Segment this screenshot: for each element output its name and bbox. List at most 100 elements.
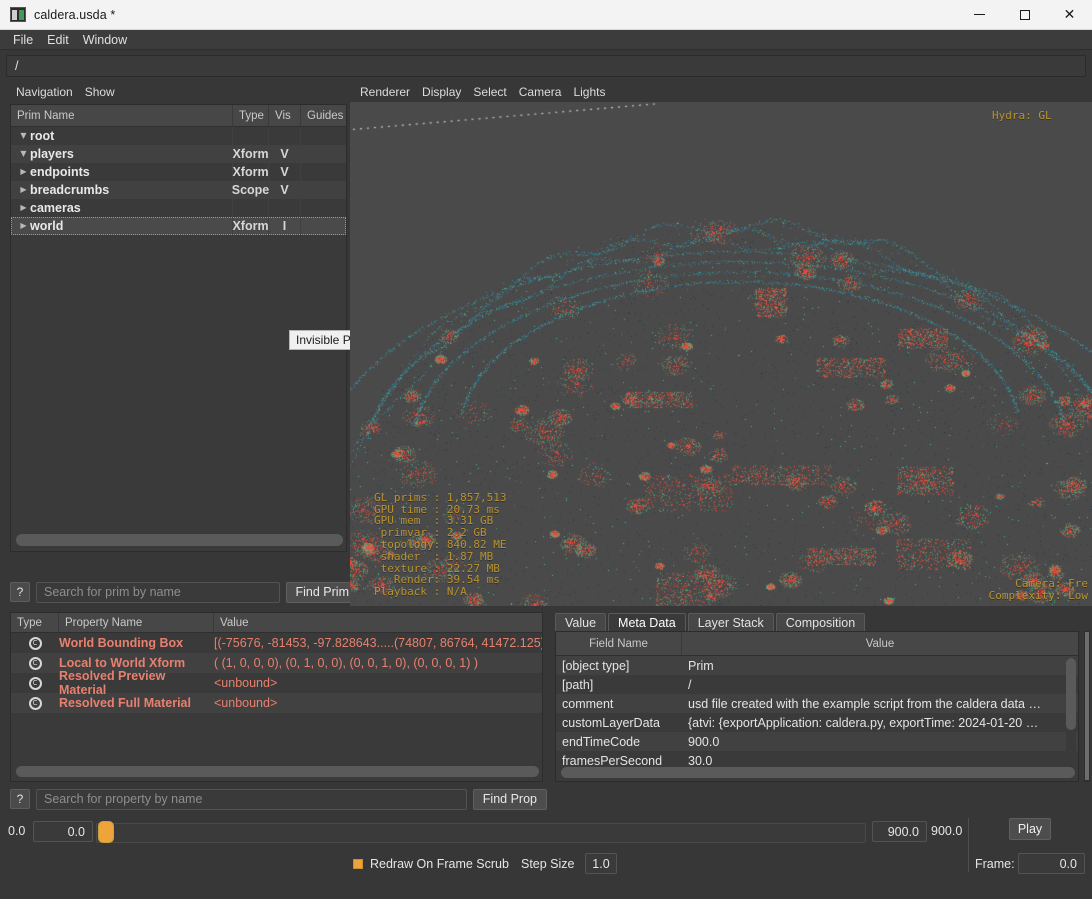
menu-lights[interactable]: Lights bbox=[567, 84, 611, 100]
column-header-prim-name[interactable]: Prim Name bbox=[11, 105, 233, 126]
property-table[interactable]: Type Property Name Value C World Bounding… bbox=[10, 612, 543, 782]
prim-search-bar: ? Search for prim by name Find Prim bbox=[10, 580, 359, 604]
prim-vis-cell[interactable] bbox=[269, 127, 301, 145]
tab-value[interactable]: Value bbox=[555, 613, 607, 632]
prim-guides-cell[interactable] bbox=[301, 163, 346, 181]
checkbox-icon[interactable] bbox=[353, 859, 363, 869]
prim-guides-cell[interactable] bbox=[301, 217, 346, 235]
timeline-slider-track[interactable] bbox=[96, 823, 866, 843]
circle-c-icon: C bbox=[28, 636, 42, 650]
prim-name-cell[interactable]: ▶ cameras bbox=[11, 199, 233, 217]
prim-tree-row[interactable]: ▶ cameras bbox=[11, 199, 346, 217]
close-button[interactable]: ✕ bbox=[1047, 0, 1092, 30]
metadata-row[interactable]: endTimeCode 900.0 bbox=[556, 732, 1078, 751]
play-button[interactable]: Play bbox=[1009, 818, 1051, 840]
column-header-type[interactable]: Type bbox=[11, 613, 59, 632]
prim-tree-row[interactable]: ▶ endpoints Xform V bbox=[11, 163, 346, 181]
tab-layer-stack[interactable]: Layer Stack bbox=[687, 613, 774, 632]
menu-camera[interactable]: Camera bbox=[513, 84, 568, 100]
prim-name-cell[interactable]: ▶ endpoints bbox=[11, 163, 233, 181]
prim-name-cell[interactable]: ▶ world bbox=[11, 217, 233, 235]
prim-name-cell[interactable]: ▼ players bbox=[11, 145, 233, 163]
chevron-right-icon[interactable]: ▶ bbox=[17, 217, 30, 235]
menu-display[interactable]: Display bbox=[416, 84, 467, 100]
chevron-right-icon[interactable]: ▶ bbox=[17, 181, 30, 199]
prim-tree-row[interactable]: ▼ players Xform V bbox=[11, 145, 346, 163]
property-row[interactable]: C Resolved Preview Material <unbound> bbox=[11, 669, 542, 697]
hud-renderer-label: Hydra: GL bbox=[992, 109, 1052, 122]
column-header-type[interactable]: Type bbox=[233, 105, 269, 126]
prim-vis-cell[interactable]: V bbox=[269, 181, 301, 199]
find-prim-button[interactable]: Find Prim bbox=[285, 581, 359, 603]
prim-tree-horizontal-scrollbar[interactable] bbox=[16, 534, 343, 546]
tab-composition[interactable]: Composition bbox=[775, 613, 866, 632]
prim-vis-cell[interactable]: I bbox=[269, 217, 301, 235]
prim-tree-row[interactable]: ▶ breadcrumbs Scope V bbox=[11, 181, 346, 199]
prim-vis-cell[interactable] bbox=[269, 199, 301, 217]
chevron-right-icon[interactable]: ▶ bbox=[17, 163, 30, 181]
tab-meta-data[interactable]: Meta Data bbox=[608, 613, 686, 632]
prim-path-input[interactable]: / bbox=[6, 55, 1086, 77]
menu-select[interactable]: Select bbox=[467, 84, 512, 100]
metadata-row[interactable]: [path] / bbox=[556, 675, 1078, 694]
column-header-property-name[interactable]: Property Name bbox=[59, 613, 214, 632]
column-header-field-name[interactable]: Field Name bbox=[556, 632, 682, 655]
prim-guides-cell[interactable] bbox=[301, 127, 346, 145]
timeline-start-field[interactable]: 0.0 bbox=[33, 821, 93, 842]
chevron-right-icon[interactable]: ▶ bbox=[17, 199, 30, 217]
prim-tree-row[interactable]: ▶ world Xform I bbox=[11, 217, 346, 235]
computed-property-icon: C bbox=[11, 636, 59, 650]
metadata-horizontal-scrollbar[interactable] bbox=[561, 767, 1075, 778]
metadata-value-cell: Prim bbox=[688, 658, 714, 673]
column-header-vis[interactable]: Vis bbox=[269, 105, 301, 126]
prim-name-label: players bbox=[30, 147, 74, 161]
prim-guides-cell[interactable] bbox=[301, 199, 346, 217]
property-horizontal-scrollbar[interactable] bbox=[16, 766, 539, 777]
minimize-button[interactable] bbox=[957, 0, 1002, 30]
redraw-on-frame-scrub-toggle[interactable]: Redraw On Frame Scrub bbox=[353, 857, 509, 871]
property-search-help-icon[interactable]: ? bbox=[10, 789, 30, 809]
main-menu-bar: File Edit Window bbox=[0, 30, 1092, 50]
prim-name-cell[interactable]: ▶ breadcrumbs bbox=[11, 181, 233, 199]
metadata-row[interactable]: customLayerData {atvi: {exportApplication… bbox=[556, 713, 1078, 732]
menu-edit[interactable]: Edit bbox=[40, 31, 76, 49]
maximize-button[interactable] bbox=[1002, 0, 1047, 30]
metadata-field-cell: endTimeCode bbox=[562, 734, 641, 749]
3d-viewport[interactable]: Hydra: GL GL prims : 1,857,513 GPU time … bbox=[350, 102, 1092, 606]
column-header-guides[interactable]: Guides bbox=[301, 105, 346, 126]
property-row[interactable]: C Resolved Full Material <unbound> bbox=[11, 693, 542, 713]
find-prop-button[interactable]: Find Prop bbox=[472, 788, 547, 810]
prim-search-input[interactable]: Search for prim by name bbox=[36, 581, 280, 603]
chevron-down-icon[interactable]: ▼ bbox=[17, 145, 30, 163]
timeline-end-field[interactable]: 900.0 bbox=[872, 821, 927, 842]
metadata-row[interactable]: [object type] Prim bbox=[556, 656, 1078, 675]
prim-name-cell[interactable]: ▼ root bbox=[11, 127, 233, 145]
menu-show[interactable]: Show bbox=[79, 84, 121, 100]
step-size-field[interactable]: 1.0 bbox=[585, 853, 617, 874]
prim-guides-cell[interactable] bbox=[301, 181, 346, 199]
timeline-slider-handle[interactable] bbox=[98, 821, 114, 843]
prim-guides-cell[interactable] bbox=[301, 145, 346, 163]
property-search-input[interactable]: Search for property by name bbox=[36, 788, 467, 810]
column-header-value[interactable]: Value bbox=[214, 613, 542, 632]
metadata-vertical-scrollbar-thumb[interactable] bbox=[1066, 658, 1076, 730]
prim-type-cell: Scope bbox=[231, 181, 270, 199]
metadata-row[interactable]: comment usd file created with the example… bbox=[556, 694, 1078, 713]
prim-tree[interactable]: Prim Name Type Vis Guides ▼ root ▼ players X… bbox=[10, 104, 347, 552]
prim-tree-row[interactable]: ▼ root bbox=[11, 127, 346, 145]
menu-renderer[interactable]: Renderer bbox=[354, 84, 416, 100]
chevron-down-icon[interactable]: ▼ bbox=[17, 127, 30, 145]
prim-vis-cell[interactable]: V bbox=[269, 163, 301, 181]
frame-field[interactable]: 0.0 bbox=[1018, 853, 1085, 874]
menu-navigation[interactable]: Navigation bbox=[10, 84, 79, 100]
prim-search-help-icon[interactable]: ? bbox=[10, 582, 30, 602]
property-row[interactable]: C World Bounding Box [(-75676, -81453, -97… bbox=[11, 633, 542, 653]
metadata-panel-scroll-thumb[interactable] bbox=[1085, 632, 1089, 780]
column-header-value[interactable]: Value bbox=[682, 632, 1078, 655]
menu-window[interactable]: Window bbox=[76, 31, 134, 49]
metadata-table[interactable]: Field Name Value [object type] Prim [path]… bbox=[555, 631, 1079, 782]
circle-c-icon: C bbox=[28, 656, 42, 670]
metadata-value-cell: 30.0 bbox=[688, 753, 713, 768]
menu-file[interactable]: File bbox=[6, 31, 40, 49]
prim-vis-cell[interactable]: V bbox=[269, 145, 301, 163]
